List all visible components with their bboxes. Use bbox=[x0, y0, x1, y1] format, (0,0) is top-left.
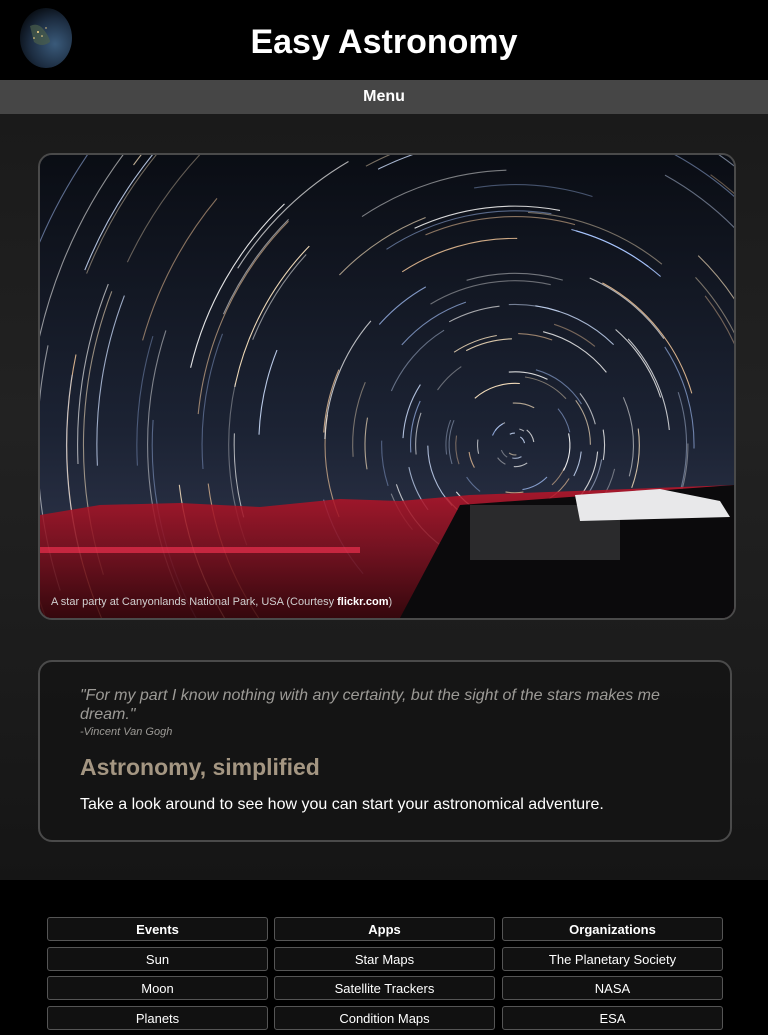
link-apps[interactable]: Apps bbox=[274, 917, 495, 941]
intro-panel: "For my part I know nothing with any cer… bbox=[38, 660, 732, 842]
flickr-link[interactable]: flickr.com bbox=[337, 596, 388, 608]
footer-column-apps: Apps Star Maps Satellite Trackers Condit… bbox=[274, 917, 495, 1035]
link-planets[interactable]: Planets bbox=[47, 1005, 268, 1030]
site-title: Easy Astronomy bbox=[250, 23, 518, 61]
link-condition-maps[interactable]: Condition Maps bbox=[274, 1005, 495, 1030]
link-nasa[interactable]: NASA bbox=[502, 976, 723, 1000]
link-esa[interactable]: ESA bbox=[502, 1005, 723, 1030]
hero-image: A star party at Canyonlands National Par… bbox=[38, 153, 736, 620]
footer-column-organizations: Organizations The Planetary Society NASA… bbox=[502, 917, 723, 1035]
quote-text: "For my part I know nothing with any cer… bbox=[80, 687, 660, 723]
menu-button[interactable]: Menu bbox=[0, 80, 768, 114]
link-sun[interactable]: Sun bbox=[47, 946, 268, 971]
site-header: Easy Astronomy bbox=[0, 0, 768, 80]
link-organizations[interactable]: Organizations bbox=[502, 917, 723, 941]
link-satellite-trackers[interactable]: Satellite Trackers bbox=[274, 976, 495, 1000]
quote-author: -Vincent Van Gogh bbox=[80, 726, 173, 738]
link-star-maps[interactable]: Star Maps bbox=[274, 946, 495, 971]
footer-column-events: Events Sun Moon Planets bbox=[47, 917, 268, 1035]
hero-caption: A star party at Canyonlands National Par… bbox=[51, 596, 392, 608]
link-events[interactable]: Events bbox=[47, 917, 268, 941]
footer-links: Events Sun Moon Planets Apps Star Maps S… bbox=[0, 880, 768, 1030]
caption-text: A star party at Canyonlands National Par… bbox=[51, 596, 338, 608]
caption-suffix: ) bbox=[388, 596, 393, 608]
link-moon[interactable]: Moon bbox=[47, 976, 268, 1000]
section-headline: Astronomy, simplified bbox=[80, 754, 320, 780]
link-planetary-society[interactable]: The Planetary Society bbox=[502, 946, 723, 971]
intro-text: Take a look around to see how you can st… bbox=[80, 796, 604, 813]
